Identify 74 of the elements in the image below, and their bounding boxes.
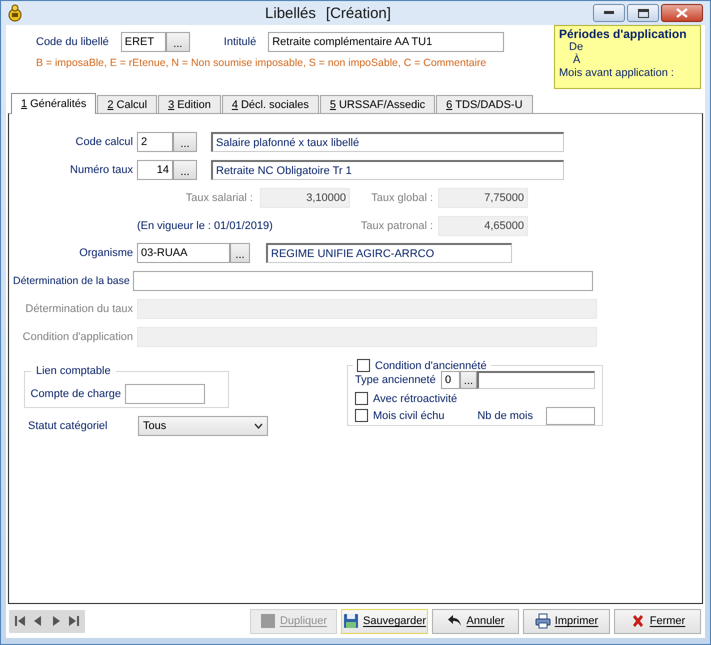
code-field[interactable]: 0 — [441, 371, 460, 389]
dropdown[interactable]: Tous — [138, 416, 268, 436]
tab[interactable]: 4 Décl. sociales — [222, 95, 319, 113]
tab[interactable]: 1 Généralités — [11, 93, 96, 114]
field-label: Intitulé — [224, 36, 256, 48]
description-field: Salaire plafonné x taux libellé — [211, 132, 564, 152]
app-icon — [7, 4, 23, 22]
months-label: Mois avant application : — [559, 67, 675, 80]
title-field[interactable]: Retraite complémentaire AA TU1 — [268, 32, 504, 52]
input-field[interactable] — [132, 271, 593, 291]
action-button[interactable]: Sauvegarder — [341, 608, 428, 634]
maximize-icon — [638, 8, 648, 18]
browse-button[interactable]: ... — [230, 243, 250, 263]
checkbox[interactable] — [355, 409, 368, 422]
action-button[interactable]: Fermer — [614, 608, 701, 634]
rate-field: 7,75000 — [438, 188, 528, 208]
square-icon — [260, 613, 276, 629]
browse-button[interactable]: ... — [173, 160, 197, 180]
effective-date-text: (En vigueur le : 01/01/2019) — [137, 220, 274, 232]
close-icon — [676, 8, 688, 18]
action-button[interactable]: Imprimer — [523, 608, 610, 634]
periods-title: Périodes d'application — [559, 28, 688, 41]
code-field[interactable]: 03-RUAA — [137, 243, 230, 263]
rate-field: 4,65000 — [438, 216, 528, 236]
legend-text: B = imposaBle, E = rEtenue, N = Non soumise imposable, S = non impoSable, C = Commentaire — [36, 57, 486, 69]
field-label: Détermination de la base — [12, 275, 130, 287]
first-record-icon[interactable] — [14, 614, 26, 628]
last-record-icon[interactable] — [68, 614, 80, 628]
description-field: Retraite NC Obligatoire Tr 1 — [211, 160, 564, 180]
close-button[interactable] — [661, 4, 703, 22]
field-label: Type ancienneté — [355, 374, 437, 386]
field-label: Taux salarial : — [184, 192, 253, 204]
code-field[interactable]: ERET — [120, 32, 166, 52]
description-field: REGIME UNIFIE AGIRC-ARRCO — [266, 243, 512, 263]
checkbox-label: Avec rétroactivité — [373, 392, 458, 404]
minimize-icon — [604, 11, 614, 15]
field-label: Détermination du taux — [24, 303, 134, 315]
previous-icon[interactable] — [32, 614, 44, 628]
rate-field: 3,10000 — [260, 188, 350, 208]
field-label: Condition d'application — [22, 331, 134, 343]
group-title: Lien comptable — [35, 365, 112, 377]
to-label: À — [572, 54, 582, 67]
tab[interactable]: 6 TDS/DADS-U — [436, 95, 533, 113]
input-field[interactable] — [546, 406, 595, 424]
checkbox[interactable] — [357, 359, 370, 372]
code-field[interactable]: 2 — [137, 132, 173, 152]
printer-icon — [534, 613, 551, 629]
checkbox-label: Mois civil échu — [373, 410, 445, 422]
field-label: Code du libellé — [36, 36, 109, 48]
field-label: Numéro taux — [69, 164, 134, 176]
next-icon[interactable] — [50, 614, 62, 628]
window-title: Libellés [Création] — [264, 4, 392, 22]
tab[interactable]: 5 URSSAF/Assedic — [320, 95, 436, 113]
tab[interactable]: 3 Edition — [158, 95, 221, 113]
field-label: Code calcul — [74, 136, 134, 148]
from-label: De — [568, 41, 584, 54]
tab[interactable]: 2 Calcul — [97, 95, 158, 113]
checkbox[interactable] — [355, 392, 368, 405]
field-label: Statut catégoriel — [28, 420, 108, 432]
minimize-button[interactable] — [593, 4, 625, 22]
action-button[interactable]: Annuler — [432, 608, 519, 634]
browse-button[interactable]: ... — [173, 132, 197, 152]
browse-button[interactable]: ... — [460, 371, 477, 389]
field-label: Organisme — [78, 247, 134, 259]
field-label: Taux global : — [370, 192, 433, 204]
input-field[interactable] — [125, 384, 205, 404]
field-label: Compte de charge — [30, 388, 122, 400]
code-field[interactable]: 14 — [137, 160, 173, 180]
checkbox-label: Condition d'anciennété — [375, 360, 487, 372]
browse-button[interactable]: ... — [166, 32, 190, 52]
maximize-button[interactable] — [627, 4, 659, 22]
field-label: Taux patronal : — [360, 220, 433, 232]
chevron-down-icon — [254, 423, 263, 429]
field-label: Nb de mois — [477, 410, 533, 422]
